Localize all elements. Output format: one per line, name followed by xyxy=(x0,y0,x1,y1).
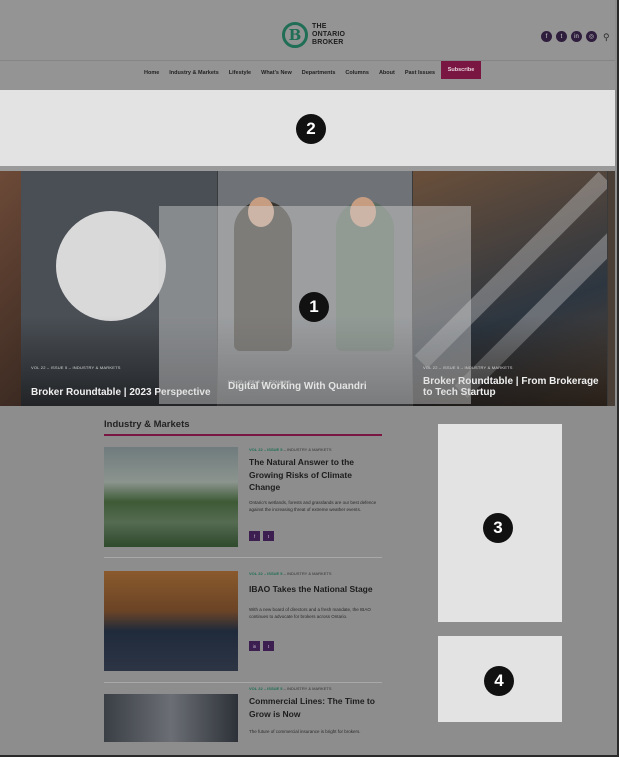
article-thumbnail[interactable] xyxy=(104,447,238,547)
badge-3: 3 xyxy=(483,513,513,543)
linkedin-icon[interactable]: in xyxy=(571,31,582,42)
nav-item-industry-markets[interactable]: Industry & Markets xyxy=(169,70,219,76)
badge-2: 2 xyxy=(296,114,326,144)
article-share: in t xyxy=(249,641,274,651)
logo-line-3: BROKER xyxy=(312,39,344,46)
logo-line-1: THE xyxy=(312,23,327,30)
article-thumbnail[interactable] xyxy=(104,571,238,671)
logo-mark: B xyxy=(282,22,308,48)
nav-item-home[interactable]: Home xyxy=(144,70,159,76)
social-links: f t in ◎ ⚲ xyxy=(541,31,613,42)
nav-item-columns[interactable]: Columns xyxy=(345,70,369,76)
main-nav: Home Industry & Markets Lifestyle What's… xyxy=(0,60,615,90)
subscribe-button[interactable]: Subscribe xyxy=(441,61,481,79)
article-title[interactable]: IBAO Takes the National Stage xyxy=(249,583,379,596)
badge-4: 4 xyxy=(484,666,514,696)
article-card: VOL 22 – ISSUE 5 – INDUSTRY & MARKETS IB… xyxy=(104,571,382,683)
nav-item-past-issues[interactable]: Past Issues xyxy=(405,70,435,76)
nav-item-about[interactable]: About xyxy=(379,70,395,76)
slide-peek-left[interactable] xyxy=(0,171,21,406)
instagram-icon[interactable]: ◎ xyxy=(586,31,597,42)
article-excerpt: Ontario's wetlands, forests and grasslan… xyxy=(249,500,377,512)
share-twitter-icon[interactable]: t xyxy=(263,641,274,651)
article-meta: VOL 22 – ISSUE 5 – INDUSTRY & MARKETS xyxy=(249,447,332,452)
twitter-icon[interactable]: t xyxy=(556,31,567,42)
section-title[interactable]: Industry & Markets xyxy=(104,419,190,430)
article-meta: VOL 22 – ISSUE 5 – INDUSTRY & MARKETS xyxy=(249,571,332,576)
share-twitter-icon[interactable]: t xyxy=(263,531,274,541)
article-title[interactable]: Commercial Lines: The Time to Grow is No… xyxy=(249,695,379,720)
article-meta: VOL 22 – ISSUE 5 – INDUSTRY & MARKETS xyxy=(249,686,332,691)
nav-item-lifestyle[interactable]: Lifestyle xyxy=(229,70,251,76)
slide-meta: VOL 22 – ISSUE 5 – INDUSTRY & MARKETS xyxy=(31,365,121,370)
article-excerpt: With a new board of directors and a fres… xyxy=(249,607,371,619)
logo-text: THE ONTARIO BROKER xyxy=(312,23,345,47)
nav-item-whats-new[interactable]: What's New xyxy=(261,70,292,76)
slide-peek-right[interactable] xyxy=(608,171,615,406)
site-logo[interactable]: B THE ONTARIO BROKER xyxy=(282,22,345,48)
article-divider xyxy=(104,682,382,683)
logo-line-2: ONTARIO xyxy=(312,31,346,38)
article-thumbnail[interactable] xyxy=(104,694,238,742)
page: B THE ONTARIO BROKER f t in ◎ ⚲ Home Ind… xyxy=(0,0,619,757)
article-card: VOL 22 – ISSUE 5 – INDUSTRY & MARKETS Co… xyxy=(104,686,382,746)
article-divider xyxy=(104,557,382,558)
facebook-icon[interactable]: f xyxy=(541,31,552,42)
badge-1: 1 xyxy=(299,292,329,322)
section-divider xyxy=(104,434,382,436)
slide-1-photo xyxy=(56,211,166,321)
article-share: f t xyxy=(249,531,274,541)
article-excerpt: The future of commercial insurance is br… xyxy=(249,729,361,734)
article-card: VOL 22 – ISSUE 5 – INDUSTRY & MARKETS Th… xyxy=(104,447,382,558)
nav-item-departments[interactable]: Departments xyxy=(302,70,336,76)
site-header: B THE ONTARIO BROKER f t in ◎ ⚲ xyxy=(0,0,615,60)
share-facebook-icon[interactable]: f xyxy=(249,531,260,541)
share-linkedin-icon[interactable]: in xyxy=(249,641,260,651)
article-title[interactable]: The Natural Answer to the Growing Risks … xyxy=(249,456,379,494)
search-icon[interactable]: ⚲ xyxy=(603,32,613,42)
